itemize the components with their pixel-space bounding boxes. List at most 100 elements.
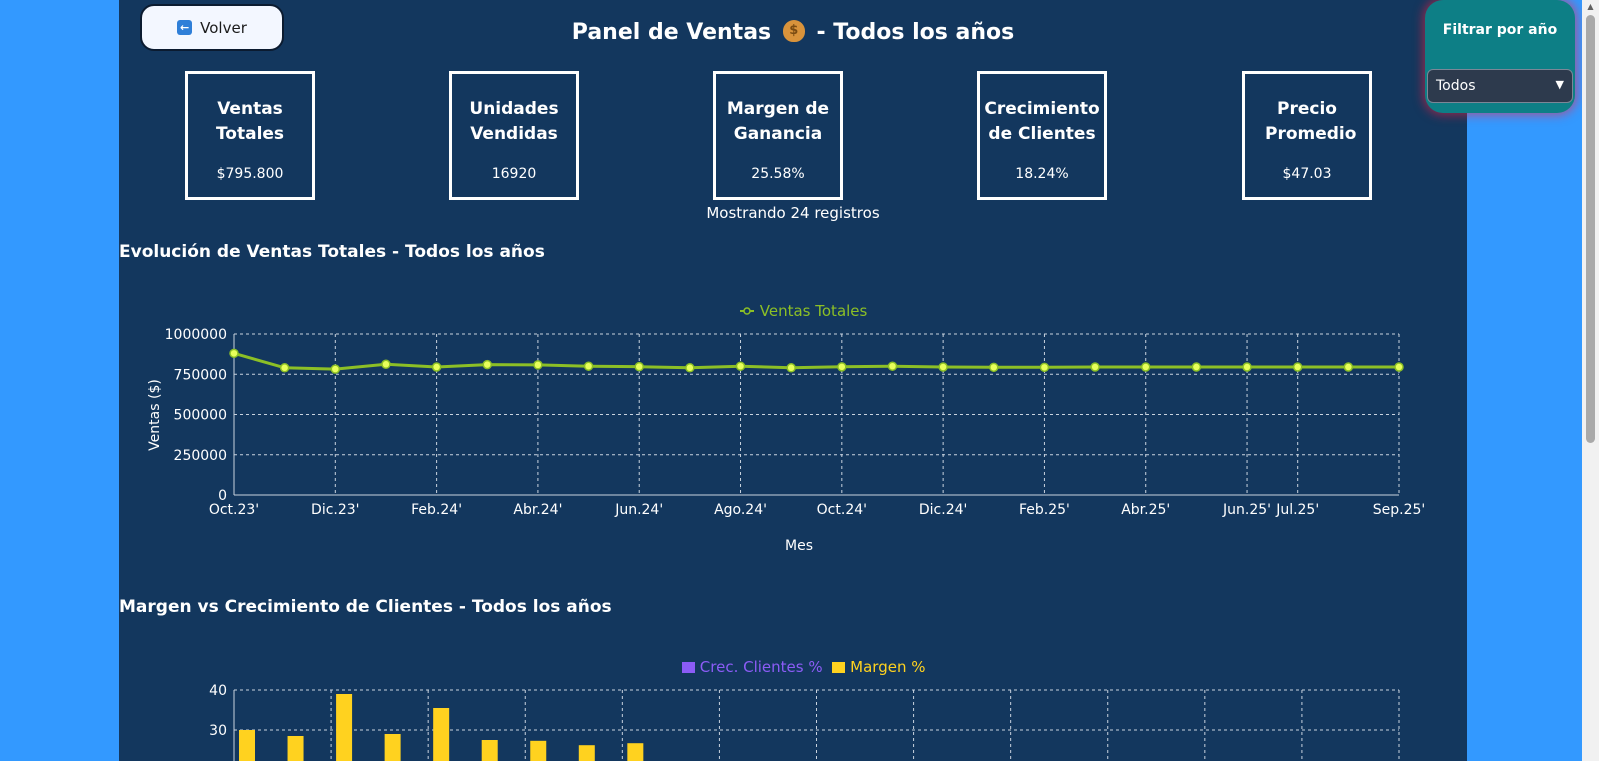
sales-data-point (837, 362, 847, 372)
kpi-title: Margen de Ganancia (726, 99, 830, 144)
sales-data-point (431, 362, 442, 372)
money-bag-icon (782, 20, 805, 42)
x-tick-label: Abr.25' (1121, 502, 1170, 518)
sales-data-point (1292, 362, 1303, 372)
growth-legend-swatch (682, 662, 695, 673)
growth-legend-label: Crec. Clientes % (699, 658, 823, 676)
margin-bar-chart: 30 40 (209, 683, 1400, 761)
sales-data-point (786, 363, 796, 373)
sales-y-axis-label: Ventas ($) (147, 379, 163, 451)
x-tick-label: Jul.25' (1275, 502, 1319, 518)
sales-data-point (1090, 362, 1100, 372)
sales-legend-label: Ventas Totales (759, 302, 868, 320)
margin-series (239, 694, 644, 761)
sales-chart-title: Evolución de Ventas Totales - Todos los … (119, 242, 545, 262)
records-count: Mostrando 24 registros (706, 204, 880, 222)
x-tick-label: Oct.24' (817, 502, 867, 518)
margin-bar (578, 745, 595, 761)
sales-data-point (381, 359, 391, 370)
margin-legend-swatch (832, 662, 846, 673)
sales-data-point (735, 361, 746, 371)
kpi-value: $47.03 (1282, 166, 1332, 182)
x-tick-label: Oct.23' (209, 502, 259, 518)
sales-data-point (1242, 362, 1252, 372)
sales-data-point (938, 362, 948, 372)
margin-bar (336, 694, 353, 761)
margin-bar (433, 708, 450, 761)
scrollbar-thumb[interactable] (1586, 15, 1595, 443)
y-tick-label: 40 (209, 683, 227, 699)
margin-bar (627, 743, 644, 761)
sales-data-point (634, 361, 644, 372)
sales-chart-grid (233, 333, 1400, 496)
kpi-title: Ventas Totales (215, 99, 285, 144)
scroll-up-arrow-icon[interactable]: ▲ (1582, 2, 1599, 11)
sales-data-point (229, 348, 239, 359)
x-tick-label: Abr.24' (513, 502, 562, 518)
y-tick-label: 30 (209, 723, 227, 739)
margin-chart-title: Margen vs Crecimiento de Clientes - Todo… (119, 597, 612, 617)
margin-legend-label: Margen % (850, 658, 926, 676)
x-tick-label: Jun.25' (1222, 502, 1271, 518)
sales-data-point (685, 363, 695, 373)
page-title-suffix: - Todos los años (816, 20, 1015, 45)
sales-line (233, 351, 1399, 371)
kpi-value: 25.58% (751, 166, 805, 182)
sales-data-point (887, 361, 898, 371)
margin-bar (481, 740, 498, 761)
sales-legend[interactable]: Ventas Totales (739, 302, 867, 320)
sales-data-point (583, 361, 594, 371)
kpi-value: 18.24% (1015, 166, 1069, 182)
sales-series (229, 348, 1404, 374)
chevron-down-icon: ▼ (1555, 78, 1564, 91)
margin-bar (384, 734, 401, 761)
filter-label: Filtrar por año (1442, 22, 1558, 38)
kpi-value: 16920 (491, 166, 537, 182)
x-tick-label: Jun.24' (614, 502, 663, 518)
year-select[interactable]: Todos ▼ (1427, 69, 1573, 103)
kpi-title: Crecimiento de Clientes (984, 99, 1100, 144)
sales-data-point (1343, 362, 1354, 372)
margin-bar (287, 736, 304, 761)
kpi-card-crecimiento-clientes: Crecimiento de Clientes 18.24% (977, 71, 1107, 200)
x-tick-label: Ago.24' (714, 502, 767, 518)
margin-bar (530, 740, 547, 761)
page-title: Panel de Ventas - Todos los años (119, 20, 1467, 45)
kpi-card-ventas-totales: Ventas Totales $795.800 (185, 71, 315, 200)
sales-chart-axes: 02500005000007500001000000Oct.23' Dic.23'… (165, 327, 1426, 518)
kpi-value: $795.800 (216, 166, 284, 182)
x-tick-label: Feb.24' (411, 502, 462, 518)
margin-chart-axes: 30 40 (209, 683, 235, 761)
kpi-title: Unidades Vendidas (469, 99, 559, 144)
sales-data-point (279, 363, 290, 373)
margin-legend[interactable]: Crec. Clientes % Margen % (682, 658, 925, 676)
page-title-prefix: Panel de Ventas (571, 20, 772, 45)
x-tick-label: Dic.24' (919, 502, 967, 518)
sales-data-point (533, 360, 543, 370)
sales-data-point (1039, 362, 1050, 373)
sales-data-point (482, 359, 493, 370)
kpi-card-precio-promedio: Precio Promedio $47.03 (1242, 71, 1372, 200)
y-tick-label: 750000 (174, 367, 227, 383)
margin-bar (239, 730, 255, 761)
sales-data-point (1394, 362, 1404, 372)
sales-data-point (989, 362, 999, 373)
sales-data-point (1140, 362, 1151, 372)
x-tick-label: Feb.25' (1019, 502, 1070, 518)
sales-dashboard-panel: ← Volver Panel de Ventas - Todos los año… (119, 0, 1467, 761)
sales-data-point (1191, 362, 1202, 372)
x-tick-label: Dic.23' (311, 502, 359, 518)
kpi-card-unidades-vendidas: Unidades Vendidas 16920 (449, 71, 579, 200)
year-select-value: Todos (1436, 78, 1476, 94)
y-tick-label: 500000 (174, 408, 227, 424)
line-legend-icon (740, 307, 754, 315)
y-tick-label: 250000 (174, 448, 227, 464)
kpi-title: Precio Promedio (1265, 99, 1357, 144)
sales-x-axis-label: Mes (785, 538, 813, 554)
x-tick-label: Sep.25' (1373, 502, 1426, 518)
margin-chart-grid (233, 689, 1400, 761)
kpi-card-margen-ganancia: Margen de Ganancia 25.58% (713, 71, 843, 200)
sales-line-chart: 02500005000007500001000000Oct.23' Dic.23'… (147, 327, 1426, 554)
page-scrollbar[interactable]: ▲ (1582, 0, 1599, 761)
y-tick-label: 1000000 (165, 327, 227, 343)
